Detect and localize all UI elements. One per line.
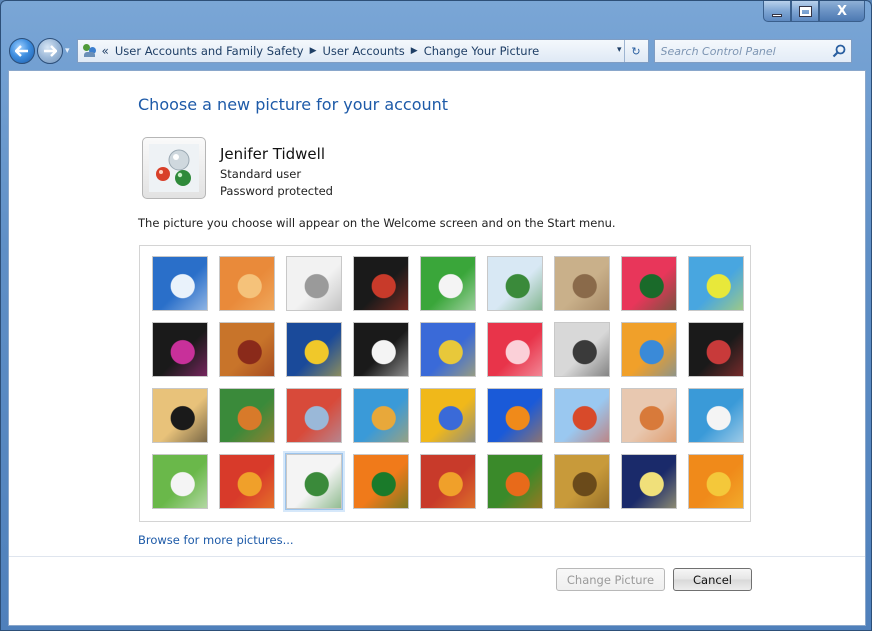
user-password-status: Password protected [220, 184, 333, 198]
picture-option-fish[interactable] [487, 388, 543, 443]
refresh-button[interactable]: ↻ [623, 40, 648, 62]
breadcrumb-separator-icon[interactable]: ▶ [411, 46, 418, 56]
maximize-button[interactable] [791, 1, 819, 22]
picture-option-pink-flower[interactable] [621, 256, 677, 311]
picture-option-leaf[interactable] [286, 322, 342, 377]
footer-divider [9, 556, 865, 557]
picture-option-soccer-ball[interactable] [152, 454, 208, 509]
picture-option-window-frame[interactable] [353, 454, 409, 509]
search-box[interactable] [653, 39, 852, 63]
picture-option-pinwheel[interactable] [688, 256, 744, 311]
picture-option-sailboat[interactable] [688, 388, 744, 443]
picture-option-lucky-cat[interactable] [420, 256, 476, 311]
picture-option-striped-cloth[interactable] [219, 454, 275, 509]
refresh-icon: ↻ [631, 44, 641, 58]
browse-pictures-link[interactable]: Browse for more pictures... [138, 533, 294, 547]
picture-option-spiral-shell[interactable] [554, 454, 610, 509]
cancel-button[interactable]: Cancel [673, 568, 752, 591]
picture-option-starfish[interactable] [219, 256, 275, 311]
user-accounts-icon [82, 44, 98, 58]
picture-option-robot-figurine[interactable] [286, 256, 342, 311]
picture-option-kitten[interactable] [554, 256, 610, 311]
breadcrumb-overflow-icon[interactable]: « [102, 44, 109, 58]
search-input[interactable] [654, 41, 825, 61]
breadcrumb-change-your-picture[interactable]: Change Your Picture [424, 44, 539, 58]
breadcrumb-separator-icon[interactable]: ▶ [310, 46, 317, 56]
picture-option-orange-flower[interactable] [688, 454, 744, 509]
maximize-icon [798, 5, 812, 17]
picture-option-doll[interactable] [621, 388, 677, 443]
picture-option-fabric[interactable] [219, 322, 275, 377]
picture-option-ferris-wheel[interactable] [152, 256, 208, 311]
picture-option-marbles[interactable] [285, 453, 343, 510]
picture-option-dog-border-collie[interactable] [353, 322, 409, 377]
picture-option-crayons[interactable] [420, 322, 476, 377]
picture-option-gyroscope[interactable] [487, 256, 543, 311]
picture-option-sunflower[interactable] [420, 388, 476, 443]
user-account-type: Standard user [220, 167, 302, 181]
search-icon[interactable] [831, 43, 847, 59]
control-panel-window: X ▾ « User Accounts and Family Safety ▶ … [0, 0, 872, 631]
picture-grid [139, 245, 751, 522]
minimize-button[interactable] [763, 1, 791, 22]
navigation-bar: ▾ « User Accounts and Family Safety ▶ Us… [9, 37, 869, 65]
page-title: Choose a new picture for your account [138, 95, 449, 114]
address-dropdown-icon[interactable]: ▾ [617, 45, 622, 55]
instructions-text: The picture you choose will appear on th… [138, 216, 616, 230]
close-button[interactable]: X [819, 1, 865, 22]
recent-pages-chevron-icon[interactable]: ▾ [65, 46, 70, 56]
back-button[interactable] [9, 38, 35, 64]
breadcrumb-user-accounts-family-safety[interactable]: User Accounts and Family Safety [115, 44, 304, 58]
minimize-icon [772, 13, 782, 17]
forward-arrow-icon [44, 45, 57, 57]
picture-option-vinyl-record[interactable] [353, 256, 409, 311]
content-pane: Choose a new picture for your account Je… [8, 70, 866, 626]
marbles-picture-icon [149, 144, 199, 192]
picture-option-pomeranian[interactable] [219, 388, 275, 443]
picture-option-stairs[interactable] [621, 322, 677, 377]
picture-option-butterfly[interactable] [487, 454, 543, 509]
user-name: Jenifer Tidwell [220, 145, 325, 163]
picture-option-jacks[interactable] [554, 322, 610, 377]
picture-option-lighthouse[interactable] [621, 454, 677, 509]
picture-option-ball[interactable] [152, 322, 208, 377]
current-user-picture [142, 137, 206, 199]
picture-option-guitar[interactable] [152, 388, 208, 443]
back-arrow-icon [15, 45, 28, 57]
caption-buttons: X [763, 1, 865, 23]
forward-button[interactable] [37, 38, 63, 64]
picture-option-hot-air-balloon[interactable] [554, 388, 610, 443]
breadcrumb-user-accounts[interactable]: User Accounts [322, 44, 404, 58]
picture-option-woven-rug[interactable] [420, 454, 476, 509]
picture-option-toy-robot[interactable] [286, 388, 342, 443]
change-picture-button[interactable]: Change Picture [556, 568, 665, 591]
address-bar[interactable]: « User Accounts and Family Safety ▶ User… [76, 39, 649, 63]
picture-option-red-flower-star[interactable] [487, 322, 543, 377]
close-icon: X [836, 3, 848, 19]
picture-option-paper-crane[interactable] [688, 322, 744, 377]
picture-option-scarves[interactable] [353, 388, 409, 443]
